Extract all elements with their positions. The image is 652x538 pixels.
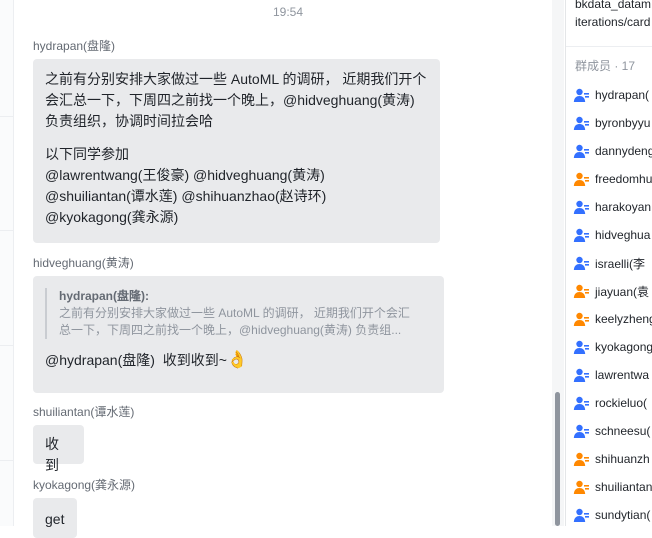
message-text: @hydrapan(盘隆) 收到收到~👌 bbox=[45, 349, 432, 371]
group-link-line[interactable]: iterations/card bbox=[575, 15, 650, 29]
member-item[interactable]: jiayuan(袁 bbox=[573, 281, 649, 301]
message-text-content: @hydrapan(盘隆) 收到收到~ bbox=[45, 352, 227, 368]
member-name: freedomhu bbox=[595, 172, 652, 186]
message-line: @lawrentwang(王俊豪) @hidveghuang(黄涛) bbox=[45, 167, 325, 183]
member-item[interactable]: byronbyyu bbox=[573, 113, 650, 133]
message-line: 之前有分别安排大家做过一些 AutoML 的调研， 近期我们开个 bbox=[45, 71, 427, 87]
member-item[interactable]: kyokagong bbox=[573, 337, 652, 357]
user-icon bbox=[573, 424, 589, 438]
member-item[interactable]: israelli(李 bbox=[573, 253, 645, 273]
message-line: @kyokagong(龚永源) bbox=[45, 209, 179, 225]
message-timestamp: 19:54 bbox=[272, 5, 304, 19]
member-item[interactable]: freedomhu bbox=[573, 169, 652, 189]
member-item[interactable]: sundytian( bbox=[573, 505, 650, 525]
group-link-line[interactable]: bkdata_datam bbox=[575, 0, 651, 11]
member-item[interactable]: keelyzheng bbox=[573, 309, 652, 329]
member-item[interactable]: hidveghua bbox=[573, 225, 650, 245]
user-icon bbox=[573, 200, 589, 214]
divider bbox=[0, 116, 13, 117]
member-item[interactable]: shihuanzh bbox=[573, 449, 650, 469]
quoted-text-line: 总一下，下周四之前找一个晚上，@hidveghuang(黄涛) 负责组... bbox=[59, 323, 402, 337]
user-icon bbox=[573, 452, 589, 466]
message-text: 收到 bbox=[45, 436, 59, 473]
group-info-panel: bkdata_datam iterations/card 群成员 · 17 hy… bbox=[565, 0, 652, 526]
quoted-sender: hydrapan(盘隆): bbox=[59, 289, 150, 303]
user-icon bbox=[573, 88, 589, 102]
chat-message-list: 19:54 hydrapan(盘隆) 之前有分别安排大家做过一些 AutoML … bbox=[14, 0, 549, 538]
member-name: kyokagong bbox=[595, 340, 652, 354]
member-name: jiayuan(袁 bbox=[595, 284, 650, 299]
member-name: lawrentwa bbox=[595, 368, 650, 382]
ok-hand-emoji-icon: 👌 bbox=[226, 350, 249, 369]
member-name: hydrapan( bbox=[595, 88, 650, 102]
user-icon bbox=[573, 508, 589, 522]
user-icon bbox=[573, 340, 589, 354]
message-bubble[interactable]: hydrapan(盘隆): 之前有分别安排大家做过一些 AutoML 的调研， … bbox=[33, 276, 444, 393]
left-nav-strip bbox=[0, 0, 14, 526]
member-name: harakoyan bbox=[595, 200, 652, 214]
message-bubble[interactable]: get bbox=[33, 498, 77, 538]
user-icon bbox=[573, 368, 589, 382]
members-header: 群成员 · 17 bbox=[575, 59, 636, 73]
message-sender[interactable]: hidveghuang(黄涛) bbox=[33, 254, 134, 271]
member-name: shuiliantan bbox=[595, 480, 652, 494]
message-line bbox=[45, 132, 428, 144]
message-line: 负责组织，协调时间拉会哈 bbox=[45, 113, 213, 129]
member-item[interactable]: lawrentwa bbox=[573, 365, 649, 385]
member-name: byronbyyu bbox=[595, 116, 651, 130]
user-icon bbox=[573, 172, 589, 186]
user-icon bbox=[573, 256, 589, 270]
member-item[interactable]: schneesu( bbox=[573, 421, 650, 441]
member-name: schneesu( bbox=[595, 424, 651, 438]
message-bubble[interactable]: 之前有分别安排大家做过一些 AutoML 的调研， 近期我们开个 会汇总一下，下… bbox=[33, 59, 440, 243]
member-name: hidveghua bbox=[595, 228, 651, 242]
message-sender[interactable]: hydrapan(盘隆) bbox=[33, 37, 115, 54]
message-line: 会汇总一下，下周四之前找一个晚上，@hidveghuang(黄涛) bbox=[45, 92, 415, 108]
quoted-text-line: 之前有分别安排大家做过一些 AutoML 的调研， 近期我们开个会汇 bbox=[59, 306, 410, 320]
member-name: sundytian( bbox=[595, 508, 651, 522]
member-item[interactable]: hydrapan( bbox=[573, 85, 649, 105]
member-item[interactable]: shuiliantan bbox=[573, 477, 652, 497]
message-sender[interactable]: shuiliantan(谭水莲) bbox=[33, 403, 134, 420]
divider bbox=[566, 46, 652, 47]
message-bubble[interactable]: 收到 bbox=[33, 425, 84, 473]
member-name: rockieluo( bbox=[595, 396, 648, 410]
user-icon bbox=[573, 396, 589, 410]
user-icon bbox=[573, 228, 589, 242]
quoted-message[interactable]: hydrapan(盘隆): 之前有分别安排大家做过一些 AutoML 的调研， … bbox=[45, 288, 432, 339]
divider bbox=[0, 460, 13, 461]
message-text: get bbox=[45, 511, 65, 527]
member-name: shihuanzh bbox=[595, 452, 650, 466]
user-icon bbox=[573, 144, 589, 158]
user-icon bbox=[573, 480, 589, 494]
member-name: israelli(李 bbox=[595, 256, 646, 271]
chat-scrollbar[interactable] bbox=[552, 0, 564, 526]
member-name: keelyzheng bbox=[595, 312, 652, 326]
scrollbar-thumb[interactable] bbox=[555, 392, 560, 526]
member-item[interactable]: rockieluo( bbox=[573, 393, 647, 413]
divider bbox=[0, 230, 13, 231]
user-icon bbox=[573, 284, 589, 298]
member-item[interactable]: harakoyan bbox=[573, 197, 651, 217]
message-line: @shuiliantan(谭水莲) @shihuanzhao(赵诗环) bbox=[45, 188, 327, 204]
member-name: dannydeng bbox=[595, 144, 652, 158]
message-line: 以下同学参加 bbox=[45, 146, 129, 162]
divider bbox=[0, 345, 13, 346]
user-icon bbox=[573, 312, 589, 326]
member-item[interactable]: dannydeng bbox=[573, 141, 652, 161]
message-sender[interactable]: kyokagong(龚永源) bbox=[33, 476, 135, 493]
user-icon bbox=[573, 116, 589, 130]
